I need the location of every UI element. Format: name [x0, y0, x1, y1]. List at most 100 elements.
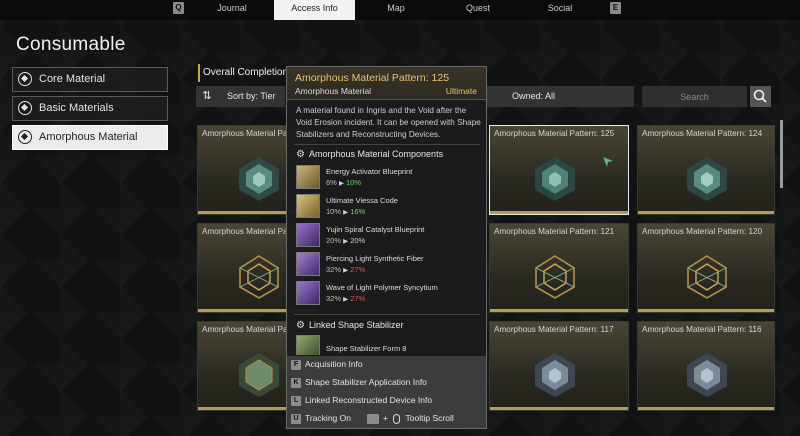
item-card-selected[interactable]: Amorphous Material Pattern: 125 [489, 125, 629, 215]
sort-dropdown[interactable]: Sort by: Tier [227, 86, 276, 107]
stabilizer-application-info-action[interactable]: K Shape Stabilizer Application Info [291, 377, 427, 388]
amorphous-material-icon [535, 255, 575, 299]
acquisition-info-action[interactable]: F Acquisition Info [291, 359, 363, 370]
amorphous-material-icon [239, 255, 279, 299]
component-chance: 10% ▶ 16% [326, 207, 366, 216]
prev-tab-key[interactable]: Q [173, 2, 184, 14]
mouse-wheel-icon [393, 413, 401, 424]
item-card-label: Amorphous Material Pattern: 116 [642, 325, 762, 334]
tooltip-actions: F Acquisition Info K Shape Stabilizer Appl… [287, 356, 486, 428]
tooltip-title: Amorphous Material Pattern: 125 [295, 72, 450, 84]
item-tooltip: Amorphous Material Pattern: 125 Amorphou… [286, 66, 487, 429]
item-card-label: Amorphous Material Pattern: 124 [642, 129, 763, 138]
gear-icon: ⚙ [296, 320, 305, 331]
component-name: Ultimate Viessa Code [326, 196, 398, 205]
amorphous-material-icon [687, 157, 727, 201]
divider [294, 144, 480, 145]
search-input[interactable] [642, 86, 747, 107]
core-material-icon [18, 72, 32, 86]
tooltip-subtitle: Amorphous Material [295, 86, 372, 96]
card-rarity-bar [490, 309, 628, 312]
category-basic-materials[interactable]: Basic Materials [12, 96, 168, 121]
item-card-label: Amorphous Material Pa [202, 325, 288, 334]
item-card-label: Amorphous Material Pa [202, 227, 288, 236]
card-rarity-bar [638, 407, 774, 410]
next-tab-key[interactable]: E [610, 2, 621, 14]
amorphous-material-icon [687, 255, 727, 299]
tracking-toggle[interactable]: U Tracking On [291, 413, 351, 424]
component-row: Yujin Spiral Catalyst Blueprint 20% ▶ 20… [296, 223, 480, 249]
item-card-label: Amorphous Material Pattern: 120 [642, 227, 763, 236]
card-rarity-bar [638, 309, 774, 312]
item-card-label: Amorphous Material Pattern: 117 [494, 325, 614, 334]
search-icon [753, 89, 767, 103]
tab-quest[interactable]: Quest [442, 0, 514, 20]
item-card-label: Amorphous Material Pa [202, 129, 288, 138]
tab-journal[interactable]: Journal [196, 0, 268, 20]
amorphous-material-icon [535, 353, 575, 397]
linked-stabilizer-header: ⚙ Linked Shape Stabilizer [296, 320, 404, 331]
category-amorphous-material[interactable]: Amorphous Material [12, 125, 168, 150]
top-nav: Q Journal Access Info Map Quest Social E [0, 0, 800, 20]
component-chance: 32% ▶ 27% [326, 265, 366, 274]
amorphous-material-icon [18, 130, 32, 144]
catalyst-icon [296, 223, 320, 247]
tab-map[interactable]: Map [360, 0, 432, 20]
amorphous-material-icon [239, 353, 279, 397]
linked-stabilizer-name: Shape Stabilizer Form 8 [326, 344, 407, 353]
component-row: Piercing Light Synthetic Fiber 32% ▶ 27% [296, 252, 480, 278]
tooltip-rarity: Ultimate [445, 86, 477, 96]
gear-icon: ⚙ [296, 149, 305, 160]
tooltip-header: Amorphous Material Pattern: 125 Amorphou… [287, 67, 486, 100]
category-core-material[interactable]: Core Material [12, 67, 168, 92]
amorphous-material-icon [535, 157, 575, 201]
item-card[interactable]: Amorphous Material Pattern: 117 [489, 321, 629, 411]
category-label: Core Material [39, 73, 106, 85]
item-card[interactable]: Amorphous Material Pattern: 124 [637, 125, 775, 215]
linked-stabilizer-row: Shape Stabilizer Form 8 [296, 335, 480, 355]
basic-materials-icon [18, 101, 32, 115]
card-rarity-bar [638, 211, 774, 214]
owned-filter-dropdown[interactable]: Owned: All [512, 86, 555, 107]
sort-order-icon[interactable]: ⇅ [200, 89, 214, 103]
overall-completion: Overall Completion [198, 64, 290, 82]
page-title: Consumable [16, 34, 126, 55]
component-chance: 6% ▶ 10% [326, 178, 362, 187]
component-name: Energy Activator Blueprint [326, 167, 413, 176]
item-card-label: Amorphous Material Pattern: 121 [494, 227, 615, 236]
component-name: Yujin Spiral Catalyst Blueprint [326, 225, 425, 234]
category-label: Amorphous Material [39, 131, 138, 143]
item-card[interactable]: Amorphous Material Pattern: 116 [637, 321, 775, 411]
tab-access-info[interactable]: Access Info [274, 0, 355, 20]
code-icon [296, 194, 320, 218]
mouse-cursor-icon [603, 157, 613, 167]
fiber-icon [296, 252, 320, 276]
grid-scrollbar[interactable] [780, 120, 783, 188]
alt-key-icon [367, 413, 379, 424]
polymer-icon [296, 281, 320, 305]
tab-social[interactable]: Social [524, 0, 596, 20]
category-label: Basic Materials [39, 102, 114, 114]
item-card-label: Amorphous Material Pattern: 125 [494, 129, 615, 138]
card-rarity-bar [490, 407, 628, 410]
item-card[interactable]: Amorphous Material Pattern: 120 [637, 223, 775, 313]
tooltip-scroll-hint: + Tooltip Scroll [367, 413, 454, 424]
component-row: Ultimate Viessa Code 10% ▶ 16% [296, 194, 480, 220]
component-row: Energy Activator Blueprint 6% ▶ 10% [296, 165, 480, 191]
blueprint-icon [296, 165, 320, 189]
linked-device-info-action[interactable]: L Linked Reconstructed Device Info [291, 395, 432, 406]
component-name: Piercing Light Synthetic Fiber [326, 254, 424, 263]
amorphous-material-icon [239, 157, 279, 201]
component-name: Wave of Light Polymer Syncytium [326, 283, 438, 292]
component-chance: 20% ▶ 20% [326, 236, 366, 245]
search-button[interactable] [750, 86, 771, 107]
tooltip-description: A material found in Ingris and the Void … [296, 106, 481, 139]
components-header: ⚙ Amorphous Material Components [296, 149, 444, 160]
amorphous-material-icon [687, 353, 727, 397]
divider [294, 314, 480, 315]
item-card[interactable]: Amorphous Material Pattern: 121 [489, 223, 629, 313]
shape-stabilizer-icon [296, 335, 320, 355]
component-row: Wave of Light Polymer Syncytium 32% ▶ 27… [296, 281, 480, 307]
component-chance: 32% ▶ 27% [326, 294, 366, 303]
card-rarity-bar [490, 211, 628, 214]
